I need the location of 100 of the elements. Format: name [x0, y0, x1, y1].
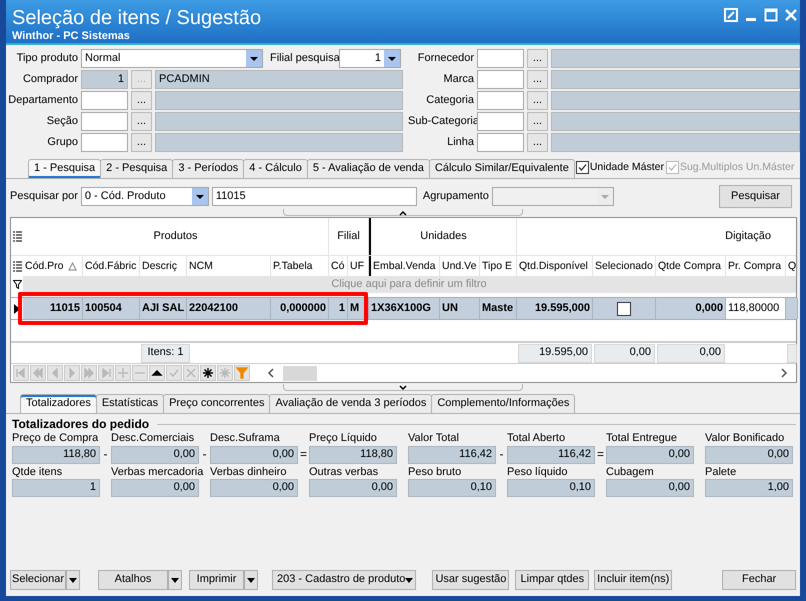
button[interactable]: Imprimir [189, 570, 244, 590]
caret-icon [405, 578, 414, 582]
splitter-handle[interactable] [283, 209, 523, 216]
checkbox[interactable] [617, 302, 631, 316]
search-field[interactable]: 11015 [212, 187, 417, 206]
lookup-button[interactable]: ... [527, 133, 548, 152]
caret-icon[interactable] [192, 188, 208, 205]
column-header[interactable]: Cód.Pro [25, 260, 64, 272]
column-total: Itens: 1 [141, 344, 190, 362]
column-header[interactable]: Qtd.Disponível [519, 260, 588, 272]
caret-icon[interactable] [384, 50, 400, 67]
operator-sign: - [102, 447, 108, 462]
lookup-button[interactable]: ... [527, 49, 548, 68]
code-field[interactable] [81, 133, 128, 152]
navigator-button[interactable] [149, 365, 165, 381]
dropdown-field[interactable]: 203 - Cadastro de produto [272, 570, 416, 590]
code-field[interactable] [477, 133, 524, 152]
field-label: Peso bruto [408, 466, 462, 478]
field-label: Pesquisar por [10, 190, 78, 204]
lookup-button[interactable]: ... [131, 91, 152, 110]
tab[interactable]: Totalizadores [20, 394, 97, 413]
column-header[interactable]: P.Tabela [273, 260, 313, 272]
dropdown-toggle-button[interactable] [168, 570, 182, 590]
code-field[interactable] [477, 112, 524, 131]
tab[interactable]: Preço concorrentes [163, 394, 270, 413]
column-header[interactable]: Embal.Venda [373, 260, 436, 272]
tab[interactable]: 3 - Períodos [172, 158, 244, 178]
table-cell: 0,000000 [280, 302, 326, 316]
checkbox[interactable] [576, 161, 589, 174]
column-header[interactable]: Có [331, 260, 344, 272]
column-header[interactable]: Qtde Compra [658, 260, 722, 272]
button[interactable]: Atalhos [98, 570, 168, 590]
column-chooser-icon[interactable] [12, 230, 22, 243]
field-label: Fornecedor [416, 52, 474, 66]
band-header: Digitação [725, 230, 771, 244]
value-field: 0,10 [408, 478, 496, 497]
scrollbar-thumb[interactable] [283, 366, 317, 380]
chevron-left-icon [267, 368, 275, 378]
table-cell: 1 [338, 302, 345, 316]
dropdown-toggle-button[interactable] [244, 570, 258, 590]
value-field: 116,42 [408, 446, 496, 464]
tab[interactable]: 1 - Pesquisa [28, 158, 102, 178]
column-total: 19.595,00 [518, 344, 592, 362]
filter-icon[interactable] [12, 280, 22, 289]
caret-icon[interactable] [246, 50, 262, 67]
lookup-button[interactable]: ... [527, 91, 548, 110]
button[interactable]: Incluir item(ns) [594, 570, 672, 590]
window-subtitle: Winthor - PC Sistemas [12, 30, 131, 44]
column-header[interactable]: NCM [189, 260, 213, 272]
edit-icon[interactable] [724, 8, 738, 22]
navigator-button[interactable] [200, 365, 216, 381]
column-header[interactable]: Cód.Fábric [85, 260, 136, 272]
column-header[interactable]: Descriç [142, 260, 178, 272]
chevron-down-icon [398, 384, 408, 391]
column-header[interactable]: Pr. Compra [728, 260, 782, 272]
close-icon[interactable] [784, 8, 798, 22]
column-header[interactable]: Selecionado [595, 260, 653, 272]
button[interactable]: Fechar [722, 570, 796, 590]
code-field[interactable] [477, 70, 524, 89]
lookup-button[interactable]: ... [131, 133, 152, 152]
band-header: Filial [337, 230, 360, 244]
tab[interactable]: 5 - Avaliação de venda [306, 158, 430, 178]
band-header: Produtos [153, 230, 198, 244]
maximize-icon[interactable] [764, 8, 778, 22]
asterisk-icon [202, 367, 214, 379]
button[interactable]: Selecionar [10, 570, 66, 590]
search-button[interactable]: Pesquisar [719, 185, 792, 208]
column-total: 0,00 [594, 344, 655, 362]
dropdown-field[interactable]: Normal [81, 49, 263, 68]
operator-sign: = [596, 447, 605, 462]
cell-editor[interactable]: 118,80000 [726, 298, 786, 319]
button[interactable]: Limpar qtdes [515, 570, 590, 590]
value-field: 0,00 [705, 446, 793, 464]
lookup-button[interactable]: ... [527, 112, 548, 131]
lookup-button[interactable]: ... [527, 70, 548, 89]
value-field: 0,00 [111, 446, 199, 464]
dropdown-field[interactable]: 1 [339, 49, 401, 68]
tab[interactable]: 4 - Cálculo [243, 158, 308, 178]
dropdown-field[interactable]: 0 - Cód. Produto [80, 187, 209, 206]
tab[interactable]: Complemento/Informações [431, 394, 576, 413]
code-field[interactable] [81, 91, 128, 110]
column-header[interactable]: Und.Ve [442, 260, 476, 272]
tab[interactable]: Cálculo Similar/Equivalente [428, 158, 575, 178]
lookup-button[interactable]: ... [131, 112, 152, 131]
field-label: Departamento [8, 94, 78, 108]
tab[interactable]: Estatísticas [96, 394, 164, 413]
button[interactable]: Usar sugestão [432, 570, 510, 590]
column-header[interactable]: Q [788, 260, 796, 272]
column-chooser-icon[interactable] [12, 260, 22, 272]
tab[interactable]: 2 - Pesquisa [100, 158, 174, 178]
code-field[interactable] [81, 112, 128, 131]
field-label: Categoria [425, 94, 474, 108]
checkbox-label: Sug.Multiplos Un.Máster [680, 161, 794, 174]
code-field[interactable] [477, 49, 524, 68]
code-field[interactable] [477, 91, 524, 110]
tab[interactable]: Avaliação de venda 3 períodos [269, 394, 432, 413]
dropdown-toggle-button[interactable] [66, 570, 80, 590]
column-header[interactable]: Tipo E [482, 260, 512, 272]
splitter-handle[interactable] [283, 384, 523, 391]
column-header[interactable]: UF [350, 260, 364, 272]
